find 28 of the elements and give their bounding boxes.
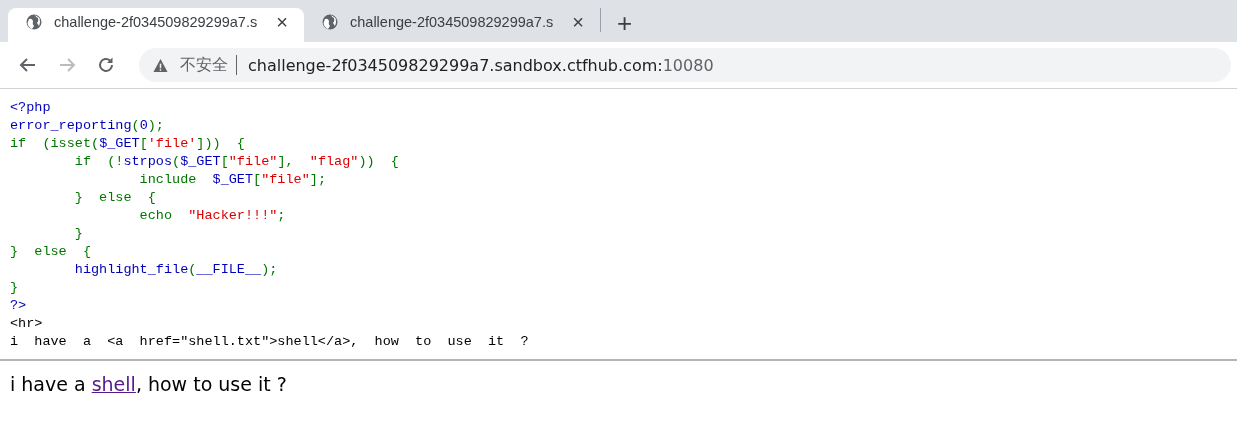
code-line: } else { <box>10 243 91 261</box>
reload-icon[interactable] <box>96 55 116 75</box>
code-line: } <box>73 225 83 243</box>
code-line: if (!strpos($_GET["file"], "flag")) { <box>73 153 399 171</box>
code-line: if (isset($_GET['file'])) { <box>10 135 245 153</box>
address-bar[interactable]: 不安全 challenge-2f034509829299a7.sandbox.ctfhub.com:10080 <box>139 48 1231 82</box>
code-line: } <box>10 279 19 297</box>
globe-icon <box>26 14 42 30</box>
code-line: error_reporting(0); <box>10 117 164 135</box>
shell-link[interactable]: shell <box>91 373 136 395</box>
code-line: <?php <box>10 99 51 117</box>
browser-tab[interactable]: challenge-2f034509829299a7.s × <box>304 8 600 42</box>
code-line: <hr> <box>10 315 43 333</box>
security-label: 不安全 <box>180 54 228 76</box>
tab-title: challenge-2f034509829299a7.s <box>54 14 259 30</box>
code-line: include $_GET["file"]; <box>138 171 326 189</box>
tab-title: challenge-2f034509829299a7.s <box>350 14 555 30</box>
code-line: i have a <a href="shell.txt">shell</a>, how to use it ? <box>10 333 529 351</box>
code-line: ?> <box>10 297 27 315</box>
new-tab-button[interactable]: + <box>613 10 637 36</box>
globe-icon <box>322 14 338 30</box>
warning-icon <box>153 57 168 73</box>
code-line: } else { <box>73 189 156 207</box>
url-text: challenge-2f034509829299a7.sandbox.ctfhub.com:10080 <box>248 55 714 75</box>
code-line: echo "Hacker!!!"; <box>138 207 286 225</box>
code-line: highlight_file(__FILE__); <box>73 261 278 279</box>
browser-tab[interactable]: challenge-2f034509829299a7.s × <box>8 8 304 42</box>
message-text: i have a shell, how to use it ? <box>10 373 287 395</box>
